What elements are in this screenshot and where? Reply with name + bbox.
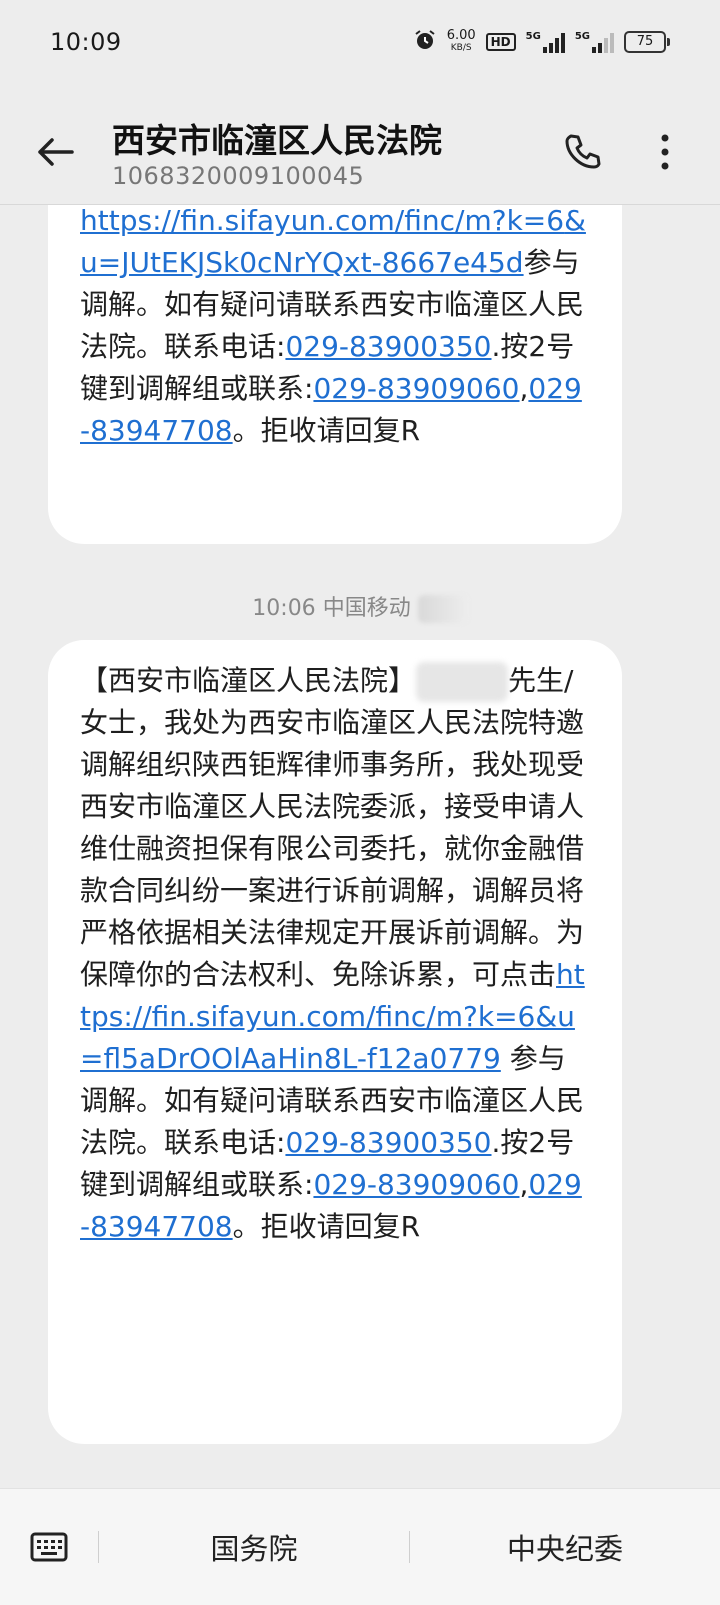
phone-link[interactable]: 029-83909060 — [313, 1168, 519, 1201]
phone-icon — [565, 134, 601, 169]
contact-number: 1068320009100045 — [112, 162, 365, 190]
back-button[interactable] — [34, 130, 78, 174]
message-timestamp: 10:06 中国移动 — [0, 590, 720, 623]
phone-link[interactable]: 029-83900350 — [285, 1126, 491, 1159]
message-text: 。拒收请回复R — [232, 414, 421, 447]
phone-link[interactable]: 029-83900350 — [285, 330, 491, 363]
redacted-area — [416, 662, 509, 702]
message-bubble[interactable]: https://fin.sifayun.com/finc/m?k=6&u=JUt… — [48, 150, 622, 544]
redacted-area — [417, 595, 468, 623]
call-button[interactable] — [560, 130, 604, 174]
quick-reply-bar: 国务院 中央纪委 — [0, 1488, 720, 1605]
phone-link[interactable]: 029-83909060 — [313, 372, 519, 405]
keyboard-button[interactable] — [0, 1489, 98, 1605]
message-text: 。拒收请回复R — [232, 1210, 421, 1243]
message-bubble[interactable]: 【西安市临潼区人民法院】 先生/女士，我处为西安市临潼区人民法院特邀调解组织陕西钜… — [48, 640, 622, 1444]
timestamp-carrier: 中国移动 — [322, 596, 411, 621]
message-text: 先生/女士，我处为西安市临潼区人民法院特邀调解组织陕西钜辉律师事务所，我处现受西… — [80, 664, 585, 991]
quick-reply-zhongyangjiwei[interactable]: 中央纪委 — [410, 1526, 720, 1568]
contact-name: 西安市临潼区人民法院 — [112, 121, 442, 160]
keyboard-icon — [30, 1532, 68, 1562]
more-vertical-icon — [661, 134, 669, 170]
timestamp-time: 10:06 — [252, 596, 316, 621]
conversation-header: 西安市临潼区人民法院 1068320009100045 — [0, 96, 720, 205]
back-arrow-icon — [38, 138, 74, 166]
message-link[interactable]: https://fin.sifayun.com/finc/m?k=6&u=JUt… — [80, 204, 586, 279]
quick-reply-guowuyuan[interactable]: 国务院 — [99, 1526, 409, 1568]
message-text: 【西安市临潼区人民法院】 — [80, 664, 417, 697]
conversation[interactable]: https://fin.sifayun.com/finc/m?k=6&u=JUt… — [0, 0, 720, 1488]
more-options-button[interactable] — [650, 130, 680, 174]
